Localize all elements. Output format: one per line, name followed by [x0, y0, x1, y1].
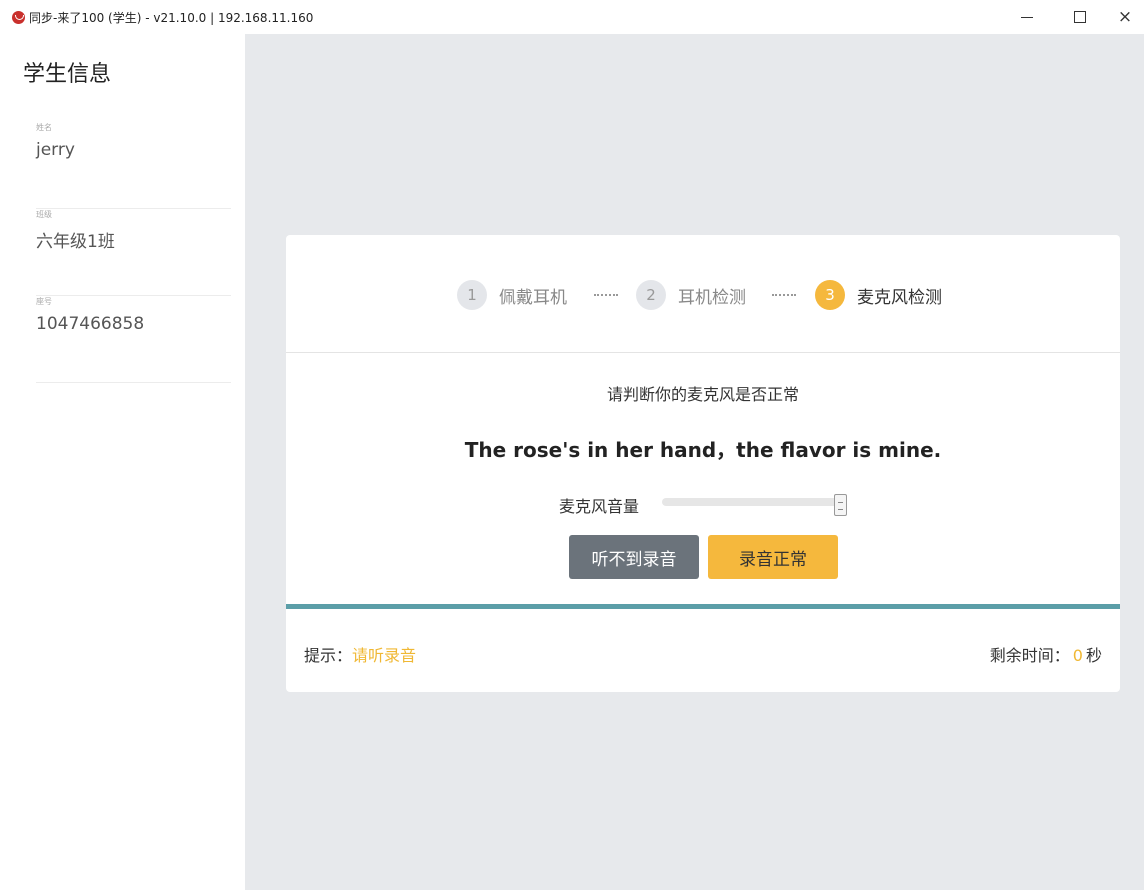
step-label: 麦克风检测: [857, 287, 942, 308]
time-unit: 秒: [1085, 646, 1102, 665]
progress-bar: [286, 604, 1120, 609]
recording-ok-button[interactable]: 录音正常: [708, 535, 838, 579]
window-title: 同步-来了100 (学生) - v21.10.0 | 192.168.11.16…: [29, 11, 314, 25]
info-value: jerry: [36, 140, 75, 160]
step-wear-headphones: 1 佩戴耳机: [457, 279, 567, 311]
step-headphone-check: 2 耳机检测: [636, 279, 746, 311]
volume-label: 麦克风音量: [559, 497, 640, 516]
check-question: 请判断你的麦克风是否正常: [606, 385, 799, 404]
title-bar: 同步-来了100 (学生) - v21.10.0 | 192.168.11.16…: [0, 0, 1144, 34]
time-value: 0: [1072, 646, 1083, 665]
time-label: 剩余时间：: [989, 646, 1070, 665]
step-number: 2: [636, 280, 666, 310]
step-number: 3: [815, 280, 845, 310]
step-label: 耳机检测: [678, 287, 746, 308]
info-value: 1047466858: [36, 314, 145, 334]
maximize-button[interactable]: [1065, 4, 1095, 30]
close-button[interactable]: ×: [1110, 4, 1140, 30]
step-connector: [772, 294, 796, 296]
step-microphone-check: 3 麦克风检测: [815, 279, 942, 311]
hint-label: 提示：: [304, 646, 353, 665]
sidebar: 学生信息 姓名 jerry 班级 六年级1班 座号 1047466858: [0, 34, 245, 890]
step-connector: [594, 294, 618, 296]
test-sentence: The rose's in her hand，the flavor is min…: [464, 438, 942, 462]
sidebar-title: 学生信息: [23, 62, 112, 87]
info-label: 班级: [36, 210, 52, 219]
volume-slider-handle[interactable]: [834, 494, 847, 516]
step-number: 1: [457, 280, 487, 310]
cannot-hear-button[interactable]: 听不到录音: [569, 535, 699, 579]
volume-meter: [662, 498, 838, 506]
step-label: 佩戴耳机: [499, 287, 567, 308]
app-logo-icon: [12, 11, 25, 24]
hint-value: 请听录音: [352, 646, 417, 665]
stepper: 1 佩戴耳机 2 耳机检测 3 麦克风检测: [286, 235, 1120, 353]
info-label: 座号: [36, 297, 52, 306]
minimize-button[interactable]: [1012, 4, 1042, 30]
info-label: 姓名: [36, 123, 52, 132]
remaining-time: 剩余时间： 0 秒: [990, 642, 1102, 666]
device-check-card: 1 佩戴耳机 2 耳机检测 3 麦克风检测 请判断你的麦克风是否正常 The r…: [286, 235, 1120, 692]
info-item-id: 座号 1047466858: [36, 296, 231, 383]
info-item-name: 姓名 jerry: [36, 122, 231, 209]
info-item-class: 班级 六年级1班: [36, 209, 231, 296]
info-value: 六年级1班: [36, 232, 115, 252]
hint: 提示：请听录音: [304, 642, 416, 666]
